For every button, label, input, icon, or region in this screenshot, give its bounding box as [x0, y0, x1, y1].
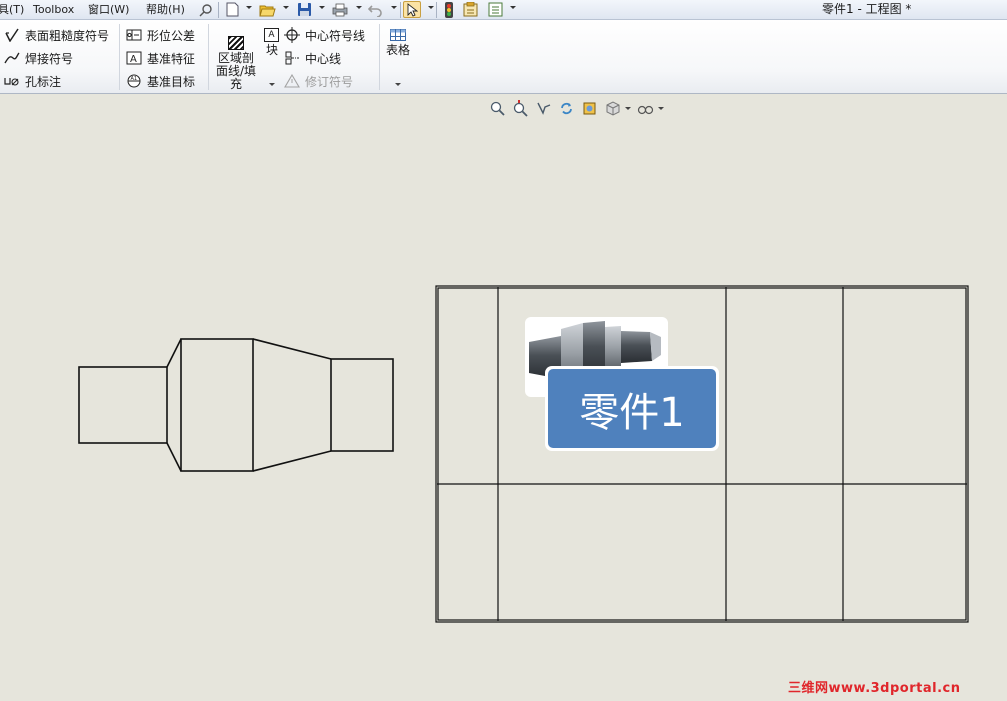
site-watermark: 三维网www.3dportal.cn	[788, 681, 961, 696]
drawing-table[interactable]	[435, 285, 969, 623]
part-name-label: 零件1	[548, 369, 716, 448]
drawing-canvas[interactable]	[0, 0, 1007, 701]
part-name-label-frame[interactable]: 零件1	[545, 366, 719, 451]
shaft-drawing-view[interactable]	[78, 338, 394, 472]
